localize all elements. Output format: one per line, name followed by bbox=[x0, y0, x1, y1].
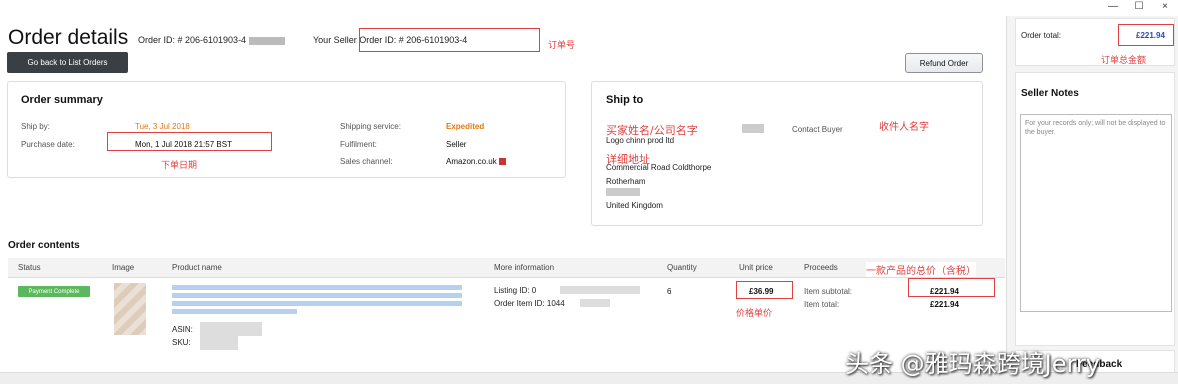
item-subtotal-label: Item subtotal: bbox=[804, 287, 853, 296]
unit-price-note: 价格单价 bbox=[736, 309, 773, 319]
order-total-panel: Order total: £221.94 订单总金额 bbox=[1015, 18, 1175, 66]
main-content: Order details Order ID: # 206-6101903-4 … bbox=[0, 0, 1005, 384]
column-unit-price: Unit price bbox=[739, 263, 773, 272]
order-number-note: 订单号 bbox=[548, 41, 576, 51]
redacted-block bbox=[200, 322, 262, 336]
asin-label: ASIN: bbox=[172, 325, 193, 334]
redacted-block bbox=[560, 286, 640, 294]
purchase-date-highlight bbox=[107, 132, 272, 151]
order-date-note: 下单日期 bbox=[161, 161, 198, 171]
seller-notes-title: Seller Notes bbox=[1021, 88, 1079, 99]
refund-order-button[interactable]: Refund Order bbox=[905, 53, 983, 73]
redacted-block bbox=[248, 36, 285, 45]
shipping-service-label: Shipping service: bbox=[340, 122, 401, 131]
page-title: Order details bbox=[8, 26, 129, 49]
order-table-header: Status Image Product name More informati… bbox=[8, 258, 1005, 278]
column-proceeds: Proceeds bbox=[804, 263, 838, 272]
order-total-label: Order total: bbox=[1021, 31, 1062, 40]
redacted-block bbox=[742, 124, 764, 133]
right-sidebar: Order total: £221.94 订单总金额 Seller Notes … bbox=[1006, 16, 1178, 384]
redacted-block bbox=[606, 188, 640, 196]
item-total-value: £221.94 bbox=[930, 300, 959, 309]
ship-to-line1: Logo chinn prod ltd bbox=[606, 136, 675, 145]
shipping-service-value: Expedited bbox=[446, 122, 485, 131]
order-total-highlight bbox=[1118, 24, 1174, 46]
ship-to-line2: Commercial Road Coldthorpe bbox=[606, 163, 712, 172]
order-number-highlight bbox=[359, 28, 540, 52]
order-summary-panel: Order summary Ship by: Tue, 3 Jul 2018 P… bbox=[7, 81, 566, 178]
ship-by-label: Ship by: bbox=[21, 122, 50, 131]
ship-to-line3: Rotherham bbox=[606, 177, 646, 186]
window-controls: — ☐ × bbox=[1100, 0, 1178, 14]
product-name-link[interactable] bbox=[172, 293, 462, 298]
item-total-label: Item total: bbox=[804, 300, 840, 309]
listing-id: Listing ID: 0 bbox=[494, 286, 537, 295]
sales-channel-label: Sales channel: bbox=[340, 157, 393, 166]
ship-to-panel: Ship to 买家姓名/公司名字 Logo chinn prod ltd 详细… bbox=[591, 81, 983, 226]
order-item-id: Order Item ID: 1044 bbox=[494, 299, 565, 308]
ship-to-title: Ship to bbox=[606, 94, 644, 106]
column-product-name: Product name bbox=[172, 263, 222, 272]
contact-buyer-link[interactable]: Contact Buyer bbox=[792, 125, 843, 134]
column-image: Image bbox=[112, 263, 135, 272]
back-to-orders-button[interactable]: Go back to List Orders bbox=[7, 52, 128, 73]
sales-channel-value: Amazon.co.uk bbox=[446, 157, 506, 166]
column-more-info: More information bbox=[494, 263, 555, 272]
flag-icon bbox=[498, 158, 506, 166]
recipient-name-note: 收件人名字 bbox=[879, 122, 929, 133]
ship-to-country: United Kingdom bbox=[606, 201, 663, 210]
proceeds-highlight bbox=[908, 278, 995, 297]
order-id: Order ID: # 206-6101903-4 bbox=[138, 35, 285, 45]
purchase-date-label: Purchase date: bbox=[21, 140, 75, 149]
ship-by-value: Tue, 3 Jul 2018 bbox=[135, 122, 190, 131]
product-name-link[interactable] bbox=[172, 285, 462, 290]
total-amount-note: 订单总金额 bbox=[1101, 56, 1147, 66]
product-name-link[interactable] bbox=[172, 301, 462, 306]
redacted-block bbox=[580, 299, 610, 307]
sku-label: SKU: bbox=[172, 338, 191, 347]
watermark: 头条 @雅玛森跨境Jerry bbox=[845, 350, 1100, 378]
fulfilment-value: Seller bbox=[446, 140, 467, 149]
status-badge: Payment Complete bbox=[18, 286, 90, 297]
product-image[interactable] bbox=[114, 283, 146, 335]
fulfilment-label: Fulfilment: bbox=[340, 140, 377, 149]
column-quantity: Quantity bbox=[667, 263, 697, 272]
maximize-icon[interactable]: ☐ bbox=[1126, 0, 1152, 14]
seller-notes-input[interactable]: For your records only; will not be displ… bbox=[1020, 114, 1172, 312]
order-summary-title: Order summary bbox=[21, 94, 103, 106]
redacted-block bbox=[200, 336, 238, 350]
close-icon[interactable]: × bbox=[1152, 0, 1178, 14]
order-contents-title: Order contents bbox=[8, 240, 80, 251]
minimize-icon[interactable]: — bbox=[1100, 0, 1126, 14]
order-id-text: Order ID: # 206-6101903-4 bbox=[138, 35, 247, 45]
column-status: Status bbox=[18, 263, 41, 272]
product-total-note: 一款产品的总价（含税） bbox=[866, 262, 976, 277]
quantity-value: 6 bbox=[667, 287, 672, 296]
sales-channel-text: Amazon.co.uk bbox=[446, 157, 497, 166]
product-name-link[interactable] bbox=[172, 309, 297, 314]
unit-price-highlight bbox=[736, 281, 793, 299]
